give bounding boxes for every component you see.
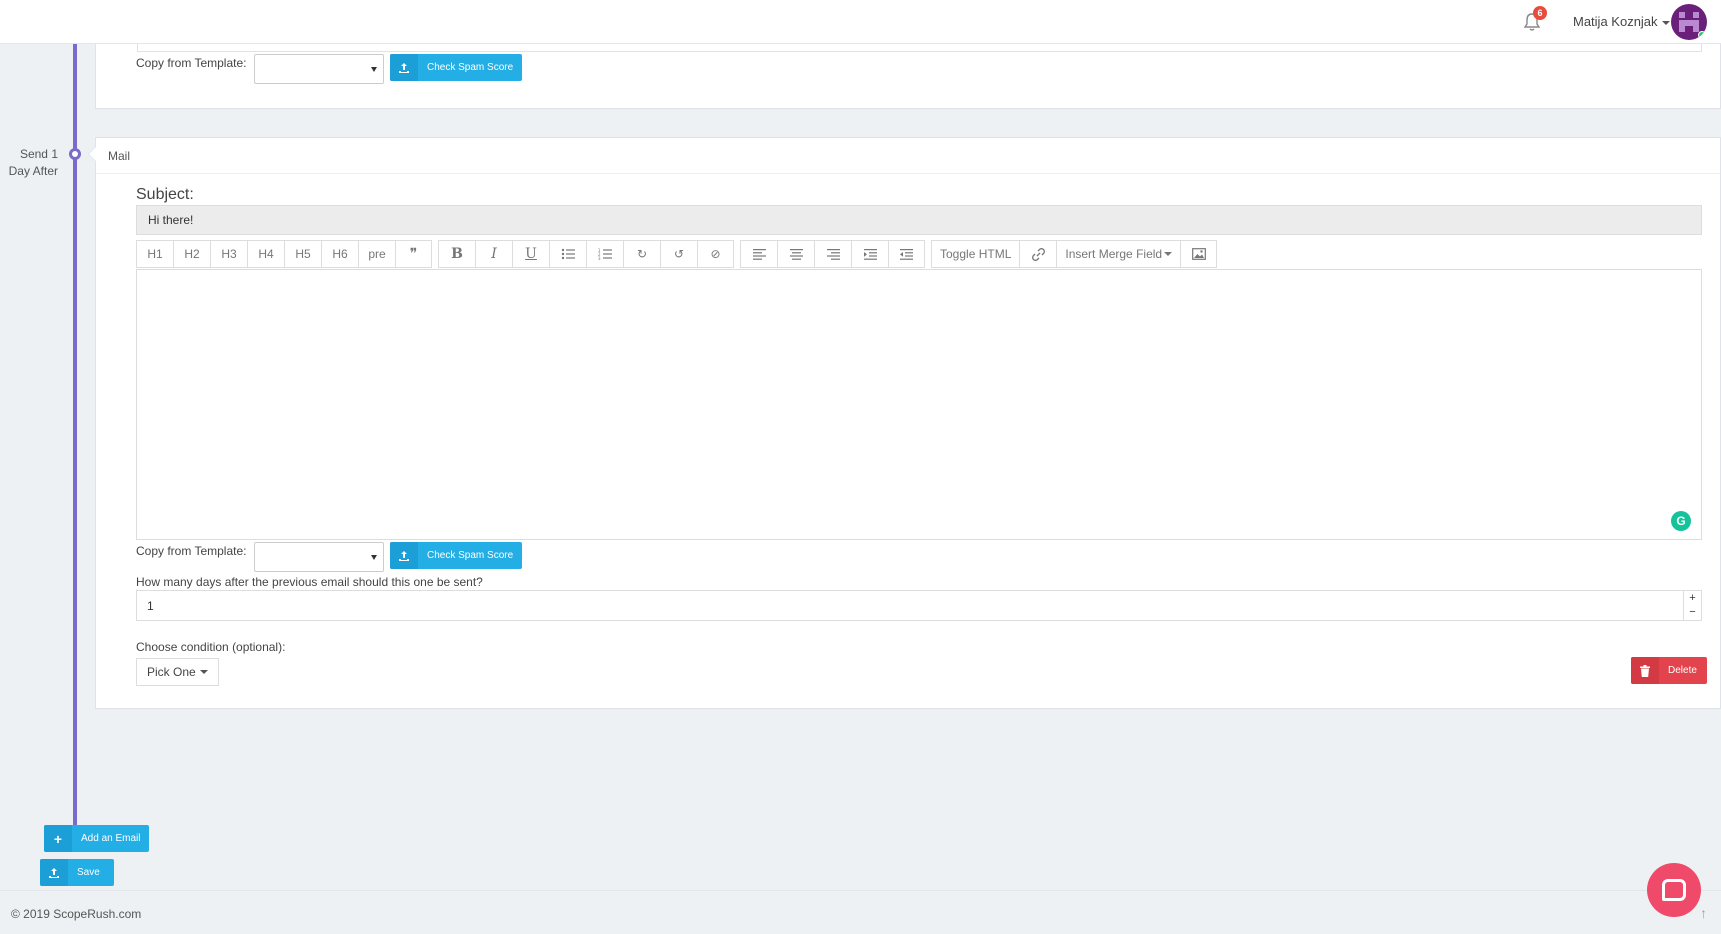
chevron-down-icon bbox=[1661, 20, 1670, 25]
template-select[interactable] bbox=[254, 542, 384, 572]
clear-format-icon[interactable]: ⊘ bbox=[697, 240, 734, 268]
indent-icon[interactable] bbox=[851, 240, 888, 268]
check-spam-score-button[interactable]: Check Spam Score bbox=[390, 542, 523, 569]
condition-label: Choose condition (optional): bbox=[136, 640, 286, 654]
toolbar-h2-button[interactable]: H2 bbox=[173, 240, 210, 268]
underline-icon[interactable]: U bbox=[512, 240, 549, 268]
email-card-previous: Copy from Template: Check Spam Score bbox=[95, 44, 1721, 109]
top-navbar: 6 Matija Koznjak bbox=[0, 0, 1721, 44]
editor-bottom-edge bbox=[137, 44, 1702, 52]
chevron-down-icon bbox=[199, 670, 208, 674]
user-name: Matija Koznjak bbox=[1573, 14, 1658, 29]
days-number-input[interactable]: 1 + − bbox=[136, 590, 1702, 621]
card-pointer bbox=[88, 146, 96, 162]
email-card-mail: Mail Subject: Hi there! H1 H2 H3 H4 H5 H… bbox=[88, 137, 1721, 709]
link-icon[interactable] bbox=[1019, 240, 1057, 268]
avatar[interactable] bbox=[1671, 4, 1707, 40]
copyright-text: © 2019 ScopeRush.com bbox=[11, 907, 142, 921]
insert-merge-field-label: Insert Merge Field bbox=[1065, 247, 1163, 261]
select-arrow-icon bbox=[371, 67, 377, 72]
save-button[interactable]: Save bbox=[40, 859, 114, 886]
check-spam-score-label: Check Spam Score bbox=[427, 550, 514, 561]
align-center-icon[interactable] bbox=[777, 240, 814, 268]
online-status-icon bbox=[1698, 31, 1706, 39]
trash-icon bbox=[1631, 657, 1659, 684]
decrement-icon[interactable]: − bbox=[1684, 605, 1701, 619]
redo-icon[interactable]: ↻ bbox=[623, 240, 660, 268]
timeline-step-label-line1: Send 1 bbox=[19, 147, 58, 161]
toggle-html-button[interactable]: Toggle HTML bbox=[931, 240, 1020, 268]
add-email-button[interactable]: + Add an Email bbox=[44, 825, 150, 852]
timeline-step-label-line2: Day After bbox=[8, 164, 58, 178]
notification-badge[interactable]: 6 bbox=[1533, 6, 1547, 20]
insert-merge-field-dropdown[interactable]: Insert Merge Field bbox=[1056, 240, 1181, 268]
check-spam-score-label: Check Spam Score bbox=[427, 62, 514, 73]
footer: © 2019 ScopeRush.com bbox=[0, 890, 1721, 934]
select-arrow-icon bbox=[371, 555, 377, 560]
chat-launcher-button[interactable] bbox=[1647, 863, 1701, 917]
align-right-icon[interactable] bbox=[814, 240, 851, 268]
copy-from-template-label: Copy from Template: bbox=[136, 544, 247, 558]
email-body-editor[interactable]: G bbox=[136, 269, 1702, 540]
condition-dropdown[interactable]: Pick One bbox=[136, 658, 219, 686]
outdent-icon[interactable] bbox=[888, 240, 925, 268]
copy-from-template-label: Copy from Template: bbox=[136, 56, 247, 70]
upload-icon bbox=[40, 859, 68, 886]
days-value: 1 bbox=[147, 599, 154, 613]
italic-icon[interactable]: I bbox=[475, 240, 512, 268]
toolbar-h1-button[interactable]: H1 bbox=[136, 240, 173, 268]
toolbar-h6-button[interactable]: H6 bbox=[321, 240, 358, 268]
quote-icon[interactable]: ❞ bbox=[395, 240, 432, 268]
template-select[interactable] bbox=[254, 54, 384, 84]
check-spam-score-button[interactable]: Check Spam Score bbox=[390, 54, 523, 81]
chat-icon bbox=[1662, 879, 1686, 901]
svg-text:3: 3 bbox=[598, 256, 601, 260]
align-left-icon[interactable] bbox=[740, 240, 777, 268]
undo-icon[interactable]: ↺ bbox=[660, 240, 697, 268]
editor-toolbar: H1 H2 H3 H4 H5 H6 pre ❞ B I U 123 ↻ ↺ ⊘ bbox=[136, 240, 1223, 268]
card-header: Mail bbox=[96, 138, 1720, 174]
align-group bbox=[740, 240, 925, 268]
numbered-list-icon[interactable]: 123 bbox=[586, 240, 623, 268]
increment-icon[interactable]: + bbox=[1684, 591, 1701, 605]
bullet-list-icon[interactable] bbox=[549, 240, 586, 268]
timeline-line bbox=[73, 44, 77, 826]
delete-button[interactable]: Delete bbox=[1631, 657, 1707, 684]
plus-icon: + bbox=[44, 825, 72, 852]
delete-label: Delete bbox=[1668, 665, 1697, 676]
toolbar-h3-button[interactable]: H3 bbox=[210, 240, 247, 268]
toolbar-pre-button[interactable]: pre bbox=[358, 240, 395, 268]
subject-input[interactable]: Hi there! bbox=[136, 205, 1702, 235]
user-menu[interactable]: Matija Koznjak bbox=[1573, 14, 1670, 29]
toolbar-h4-button[interactable]: H4 bbox=[247, 240, 284, 268]
timeline-dot-icon bbox=[69, 148, 81, 160]
format-group: B I U 123 ↻ ↺ ⊘ bbox=[438, 240, 734, 268]
days-question-label: How many days after the previous email s… bbox=[136, 575, 483, 589]
grammarly-icon[interactable]: G bbox=[1671, 511, 1691, 531]
add-email-label: Add an Email bbox=[81, 833, 141, 844]
image-icon[interactable] bbox=[1180, 240, 1218, 268]
toolbar-h5-button[interactable]: H5 bbox=[284, 240, 321, 268]
heading-group: H1 H2 H3 H4 H5 H6 pre ❞ bbox=[136, 240, 432, 268]
upload-icon bbox=[390, 542, 418, 569]
chevron-down-icon bbox=[1164, 252, 1173, 256]
condition-selected-value: Pick One bbox=[147, 665, 196, 679]
upload-icon bbox=[390, 54, 418, 81]
timeline-step-label: Send 1 Day After bbox=[0, 146, 58, 180]
extra-group: Toggle HTML Insert Merge Field bbox=[931, 240, 1218, 268]
days-stepper[interactable]: + − bbox=[1683, 591, 1701, 620]
scroll-to-top-icon[interactable]: ↑ bbox=[1700, 905, 1707, 921]
save-label: Save bbox=[77, 867, 100, 878]
subject-label: Subject: bbox=[136, 186, 194, 203]
bold-icon[interactable]: B bbox=[438, 240, 475, 268]
